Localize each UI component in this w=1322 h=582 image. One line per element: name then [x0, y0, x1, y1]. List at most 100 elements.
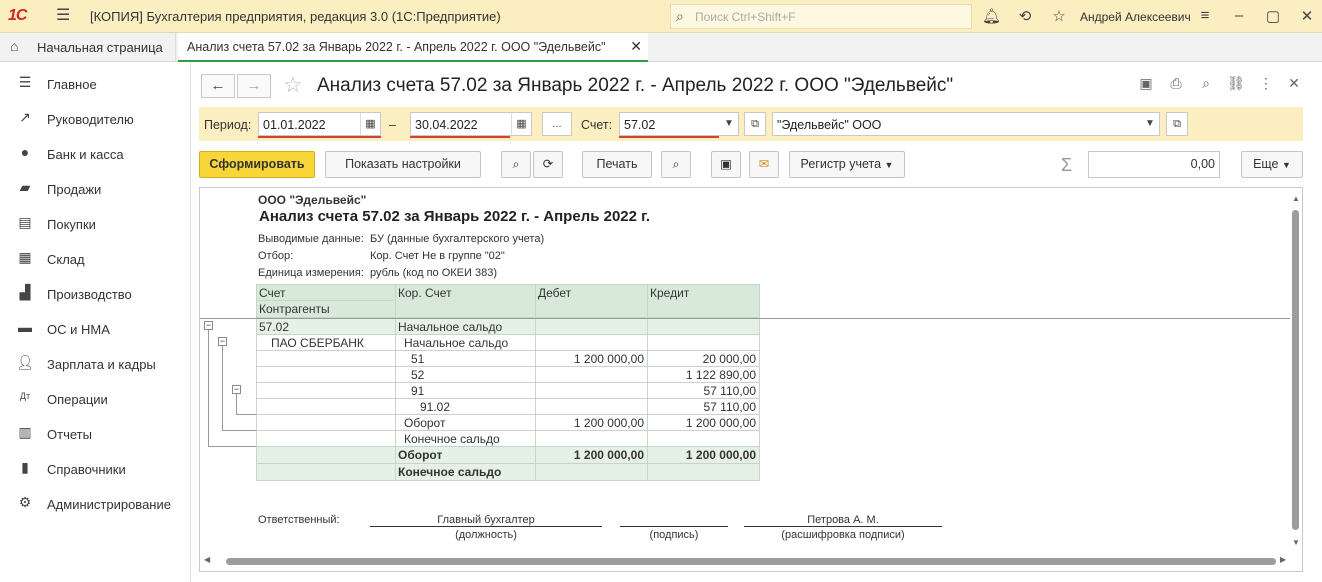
- signature-position: Главный бухгалтер: [437, 514, 535, 526]
- print-button[interactable]: Печать: [582, 151, 652, 178]
- organization-value: "Эдельвейс" ООО: [777, 118, 882, 132]
- sidebar-item-directories[interactable]: ▮ Справочники: [0, 450, 190, 485]
- close-tab-icon[interactable]: ✕: [630, 38, 642, 55]
- table-row-counterparty: [256, 431, 396, 447]
- more-button[interactable]: Еще ▼: [1241, 151, 1303, 178]
- sidebar-item-warehouse[interactable]: ▦ Склад: [0, 240, 190, 275]
- tab-account-analysis[interactable]: Анализ счета 57.02 за Январь 2022 г. - А…: [178, 33, 648, 62]
- tab-home[interactable]: ⌂ Начальная страница: [0, 33, 176, 61]
- save-icon[interactable]: ▣: [1137, 75, 1155, 92]
- scroll-down-icon[interactable]: ▼: [1292, 538, 1300, 547]
- scroll-left-icon[interactable]: ◀: [204, 555, 210, 564]
- bar-chart-icon: ▥: [18, 424, 32, 440]
- sidebar-item-label: Отчеты: [47, 427, 92, 442]
- table-row-debit: 1 200 000,00: [536, 415, 648, 431]
- signature-label: Ответственный:: [258, 514, 340, 526]
- sidebar-item-production[interactable]: ▟ Производство: [0, 275, 190, 310]
- header-debit: Дебет: [536, 284, 648, 318]
- open-organization-button[interactable]: ⧉: [1166, 112, 1188, 136]
- signature-name-caption: (расшифровка подписи): [781, 529, 905, 541]
- register-button[interactable]: Регистр учета ▼: [789, 151, 905, 178]
- table-row-cor: Конечное сальдо: [396, 431, 536, 447]
- vertical-scrollbar[interactable]: [1292, 210, 1299, 530]
- chevron-down-icon[interactable]: ▼: [720, 113, 738, 135]
- sidebar-item-operations[interactable]: Дт Операции: [0, 380, 190, 415]
- app-title: [КОПИЯ] Бухгалтерия предприятия, редакци…: [90, 9, 501, 24]
- sidebar-item-salary[interactable]: 👤︎ Зарплата и кадры: [0, 345, 190, 380]
- table-row-credit: 1 200 000,00: [648, 447, 760, 464]
- user-name[interactable]: Андрей Алексеевич: [1080, 10, 1191, 24]
- sidebar-item-reports[interactable]: ▥ Отчеты: [0, 415, 190, 450]
- app-logo[interactable]: 1С: [8, 7, 42, 27]
- close-form-icon[interactable]: ✕: [1285, 75, 1303, 92]
- show-settings-button[interactable]: Показать настройки: [325, 151, 481, 178]
- sidebar-item-fixed-assets[interactable]: ▬ ОС и НМА: [0, 310, 190, 345]
- tree-line: [222, 341, 223, 431]
- search-input[interactable]: ⌕ Поиск Ctrl+Shift+F: [670, 4, 972, 29]
- chevron-down-icon[interactable]: ▼: [1141, 113, 1159, 135]
- email-button[interactable]: ✉: [749, 151, 779, 178]
- maximize-icon[interactable]: ▢: [1264, 7, 1282, 25]
- star-icon[interactable]: ☆: [1050, 7, 1068, 25]
- favorite-star-icon[interactable]: ☆: [283, 72, 303, 98]
- filter-panel: Период: 01.01.2022 ▦ – 30.04.2022 ▦ ... …: [199, 107, 1303, 141]
- sidebar-item-purchases[interactable]: ▤ Покупки: [0, 205, 190, 240]
- settings-menu-icon[interactable]: ≡: [1196, 7, 1214, 24]
- sidebar-item-label: Операции: [47, 392, 108, 407]
- generate-button[interactable]: Сформировать: [199, 151, 315, 178]
- back-button[interactable]: ←: [201, 74, 235, 98]
- horizontal-scrollbar[interactable]: [226, 558, 1276, 565]
- preview-icon[interactable]: ⌕: [1197, 75, 1215, 92]
- find-next-button[interactable]: ⟳: [533, 151, 563, 178]
- search-icon: ⌕: [512, 157, 520, 171]
- date-from-value: 01.01.2022: [263, 118, 326, 132]
- save-button[interactable]: ▣: [711, 151, 741, 178]
- table-row-total: [256, 464, 396, 481]
- cart-icon: ▤: [18, 214, 32, 230]
- main-menu-icon[interactable]: ☰: [56, 8, 72, 24]
- account-field[interactable]: 57.02 ▼: [619, 112, 739, 138]
- table-row-credit: 57 110,00: [648, 383, 760, 399]
- link-icon[interactable]: ⛓: [1227, 75, 1245, 92]
- close-window-icon[interactable]: ✕: [1298, 7, 1316, 25]
- bag-icon: ▰: [19, 179, 31, 195]
- table-row-counterparty: [256, 399, 396, 415]
- preview-icon: ⌕: [672, 157, 680, 171]
- menu-lines-icon: ☰: [18, 74, 32, 90]
- find-button[interactable]: ⌕: [501, 151, 531, 178]
- table-row-debit: [536, 335, 648, 351]
- main-area: ← → ☆ Анализ счета 57.02 за Январь 2022 …: [190, 62, 1322, 582]
- collapse-icon[interactable]: −: [204, 321, 213, 330]
- more-vertical-icon[interactable]: ⋮: [1257, 75, 1275, 92]
- sidebar-item-manager[interactable]: ↗ Руководителю: [0, 100, 190, 135]
- sidebar-item-sales[interactable]: ▰ Продажи: [0, 170, 190, 205]
- table-row-debit: 1 200 000,00: [536, 447, 648, 464]
- person-icon: 👤︎: [16, 354, 34, 370]
- table-row-cor: Начальное сальдо: [396, 335, 536, 351]
- collapse-icon[interactable]: −: [232, 385, 241, 394]
- tab-home-label: Начальная страница: [37, 40, 163, 55]
- calendar-icon[interactable]: ▦: [360, 113, 380, 135]
- sidebar-item-admin[interactable]: ⚙ Администрирование: [0, 485, 190, 520]
- scroll-up-icon[interactable]: ▲: [1292, 194, 1300, 203]
- date-to-field[interactable]: 30.04.2022 ▦: [410, 112, 532, 138]
- scroll-right-icon[interactable]: ▶: [1280, 555, 1286, 564]
- date-from-field[interactable]: 01.01.2022 ▦: [258, 112, 381, 138]
- print-icon[interactable]: ⎙: [1167, 75, 1185, 92]
- preview-button[interactable]: ⌕: [661, 151, 691, 178]
- collapse-icon[interactable]: −: [218, 337, 227, 346]
- minimize-icon[interactable]: –: [1230, 7, 1248, 24]
- history-icon[interactable]: ⟲: [1016, 7, 1034, 25]
- meta-value: БУ (данные бухгалтерского учета): [370, 233, 545, 245]
- forward-button[interactable]: →: [237, 74, 271, 98]
- signature-line: [744, 526, 942, 527]
- bell-icon[interactable]: 🔔︎: [982, 7, 1001, 25]
- report-org: ООО "Эдельвейс": [258, 193, 367, 207]
- calendar-icon[interactable]: ▦: [511, 113, 531, 135]
- organization-field[interactable]: "Эдельвейс" ООО ▼: [772, 112, 1160, 136]
- sidebar-item-bank[interactable]: ● Банк и касса: [0, 135, 190, 170]
- report-area[interactable]: ООО "Эдельвейс" Анализ счета 57.02 за Ян…: [199, 187, 1303, 572]
- sidebar-item-main[interactable]: ☰ Главное: [0, 65, 190, 100]
- open-account-button[interactable]: ⧉: [744, 112, 766, 136]
- period-select-button[interactable]: ...: [542, 112, 572, 136]
